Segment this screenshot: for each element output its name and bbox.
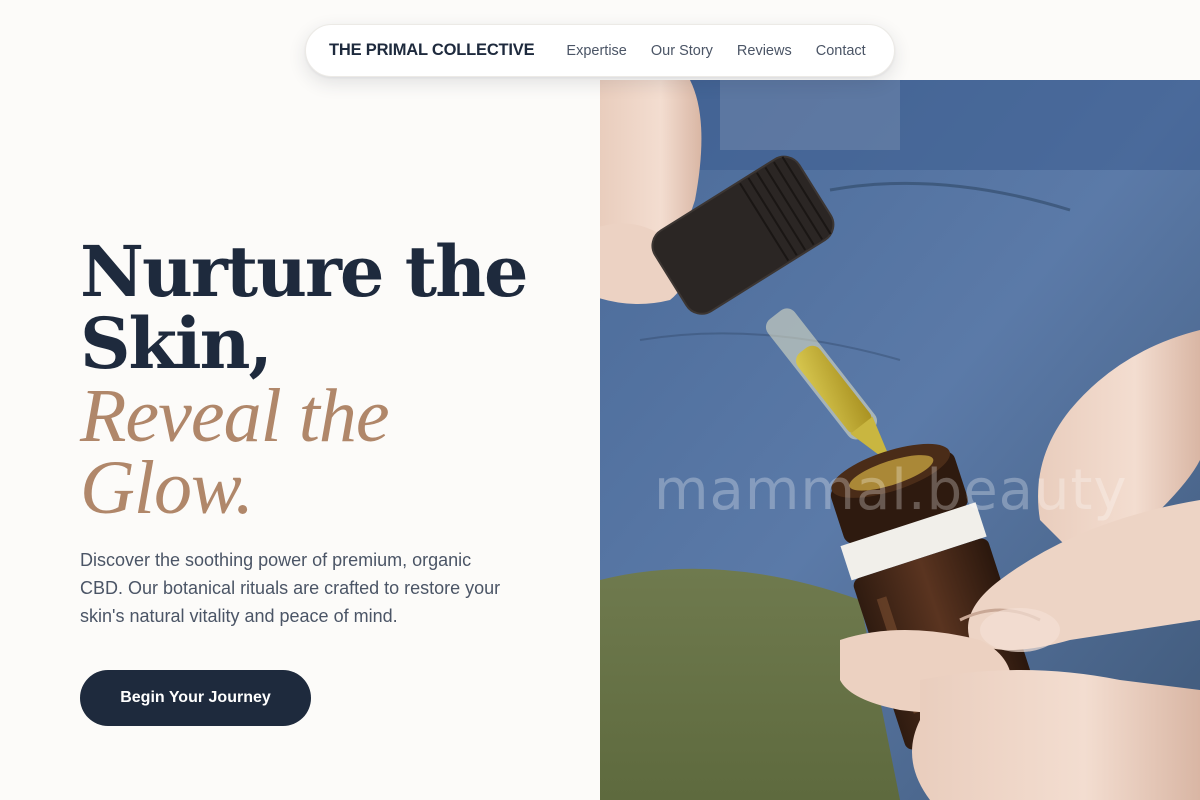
- headline-line-1: Nurture the: [80, 230, 529, 313]
- nav-link-our-story[interactable]: Our Story: [651, 43, 713, 59]
- dropper-bottle-photo: [600, 80, 1200, 800]
- top-nav: THE PRIMAL COLLECTIVE Expertise Our Stor…: [305, 24, 895, 77]
- nav-link-contact[interactable]: Contact: [816, 43, 866, 59]
- nav-link-reviews[interactable]: Reviews: [737, 43, 792, 59]
- hero-headline: Nurture the Skin, Reveal the Glow.: [80, 230, 540, 530]
- hero-image: mammal.beauty: [600, 80, 1200, 800]
- hero-description: Discover the soothing power of premium, …: [80, 550, 501, 626]
- nav-link-expertise[interactable]: Expertise: [566, 43, 626, 59]
- image-watermark: mammal.beauty: [654, 458, 1128, 523]
- brand-logo[interactable]: THE PRIMAL COLLECTIVE: [329, 41, 535, 60]
- hero-copy: Nurture the Skin, Reveal the Glow. Disco…: [80, 236, 540, 630]
- headline-accent-line-2: Glow.: [80, 446, 254, 530]
- nav-links: Expertise Our Story Reviews Contact: [566, 43, 865, 59]
- headline-accent-line-1: Reveal the: [80, 374, 390, 458]
- begin-journey-button[interactable]: Begin Your Journey: [80, 670, 311, 726]
- headline-line-2: Skin,: [80, 302, 273, 385]
